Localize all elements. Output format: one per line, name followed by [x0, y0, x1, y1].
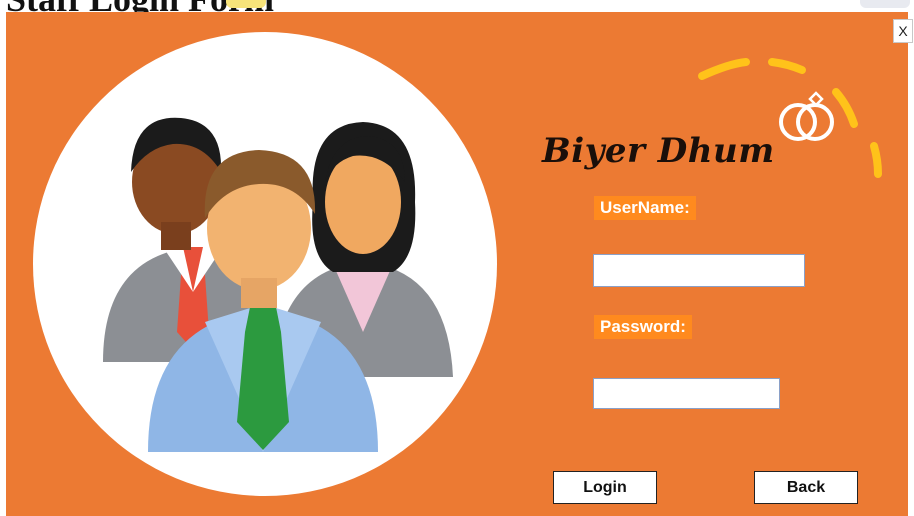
password-input[interactable]	[593, 378, 780, 409]
rings-icon	[779, 91, 834, 141]
password-label: Password:	[594, 315, 692, 339]
close-button[interactable]: X	[893, 19, 913, 43]
cropped-decoration	[860, 0, 910, 8]
username-input[interactable]	[593, 254, 805, 287]
brand-logo-graphic	[698, 58, 882, 178]
login-button[interactable]: Login	[553, 471, 657, 504]
users-group-icon	[103, 117, 453, 452]
back-button[interactable]: Back	[754, 471, 858, 504]
brand-name: Biyer Dhum	[542, 131, 775, 171]
users-illustration	[33, 32, 497, 496]
username-label: UserName:	[594, 196, 696, 220]
cropped-decoration	[226, 0, 266, 8]
cropped-header: Staff Login Form	[0, 0, 914, 12]
